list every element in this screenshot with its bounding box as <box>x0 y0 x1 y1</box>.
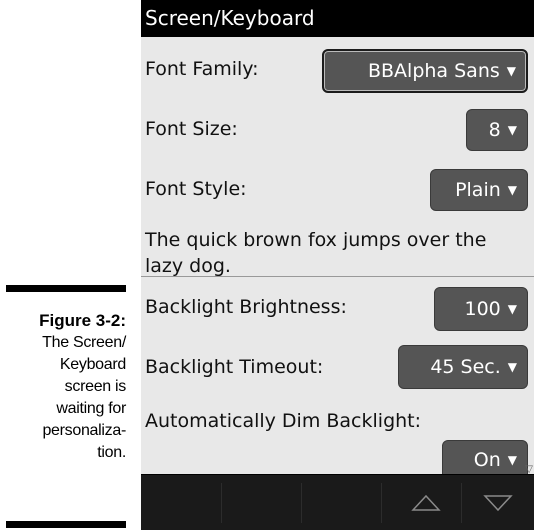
dropdown-arrow-icon: ▼ <box>507 183 517 197</box>
caption-line: tion. <box>97 444 126 461</box>
font-family-label: Font Family: <box>145 58 259 80</box>
auto-dim-backlight-label: Automatically Dim Backlight: <box>145 410 422 432</box>
font-preview-text: The quick brown fox jumps over the lazy … <box>145 229 487 277</box>
nav-separator <box>301 483 302 523</box>
caption-line: screen is <box>64 378 127 395</box>
nav-separator <box>461 483 462 523</box>
font-style-label: Font Style: <box>145 178 247 200</box>
auto-dim-backlight-row: Automatically Dim Backlight: On ▼ <box>141 400 534 480</box>
device-screen: Screen/Keyboard Font Family: BBAlpha San… <box>141 0 534 530</box>
figure-caption: Figure 3-2: The Screen/ Keyboard screen … <box>0 310 126 464</box>
section-divider <box>141 276 534 277</box>
font-style-value: Plain <box>455 179 501 201</box>
backlight-timeout-value: 45 Sec. <box>430 356 501 378</box>
font-style-dropdown[interactable]: Plain ▼ <box>430 169 528 211</box>
bottom-nav-bar <box>141 474 534 530</box>
backlight-brightness-row: Backlight Brightness: 100 ▼ <box>141 281 534 335</box>
screen-title: Screen/Keyboard <box>141 0 534 37</box>
font-family-value: BBAlpha Sans <box>367 60 500 82</box>
backlight-timeout-label: Backlight Timeout: <box>145 356 324 378</box>
backlight-timeout-dropdown[interactable]: 45 Sec. ▼ <box>398 345 528 389</box>
dropdown-arrow-icon: ▼ <box>507 360 517 374</box>
backlight-brightness-label: Backlight Brightness: <box>145 296 347 318</box>
caption-rule-bottom <box>6 521 126 528</box>
font-family-row: Font Family: BBAlpha Sans ▼ <box>141 43 534 97</box>
backlight-timeout-row: Backlight Timeout: 45 Sec. ▼ <box>141 341 534 395</box>
caption-rule-top <box>6 285 126 292</box>
font-size-dropdown[interactable]: 8 ▼ <box>466 109 528 151</box>
dropdown-arrow-icon: ▼ <box>507 453 517 467</box>
backlight-brightness-dropdown[interactable]: 100 ▼ <box>434 287 528 331</box>
dropdown-arrow-icon: ▼ <box>506 64 516 78</box>
dropdown-arrow-icon: ▼ <box>507 302 517 316</box>
auto-dim-backlight-value: On <box>473 449 501 471</box>
triangle-down-icon <box>483 495 513 512</box>
font-size-label: Font Size: <box>145 118 238 140</box>
font-size-row: Font Size: 8 ▼ <box>141 103 534 157</box>
font-style-row: Font Style: Plain ▼ <box>141 163 534 217</box>
caption-line: waiting for <box>56 400 126 417</box>
caption-line: Keyboard <box>59 356 126 373</box>
dropdown-arrow-icon: ▼ <box>507 123 517 137</box>
caption-line: The Screen/ <box>42 334 126 351</box>
caption-line: personaliza- <box>42 422 126 439</box>
nav-separator <box>221 483 222 523</box>
scroll-up-button[interactable] <box>396 475 456 530</box>
scroll-down-button[interactable] <box>468 475 528 530</box>
backlight-brightness-value: 100 <box>464 298 501 320</box>
font-family-dropdown[interactable]: BBAlpha Sans ▼ <box>322 49 528 93</box>
font-size-value: 8 <box>488 119 501 141</box>
nav-separator <box>381 483 382 523</box>
figure-number: Figure 3-2: <box>39 311 126 330</box>
triangle-up-icon <box>411 494 441 511</box>
